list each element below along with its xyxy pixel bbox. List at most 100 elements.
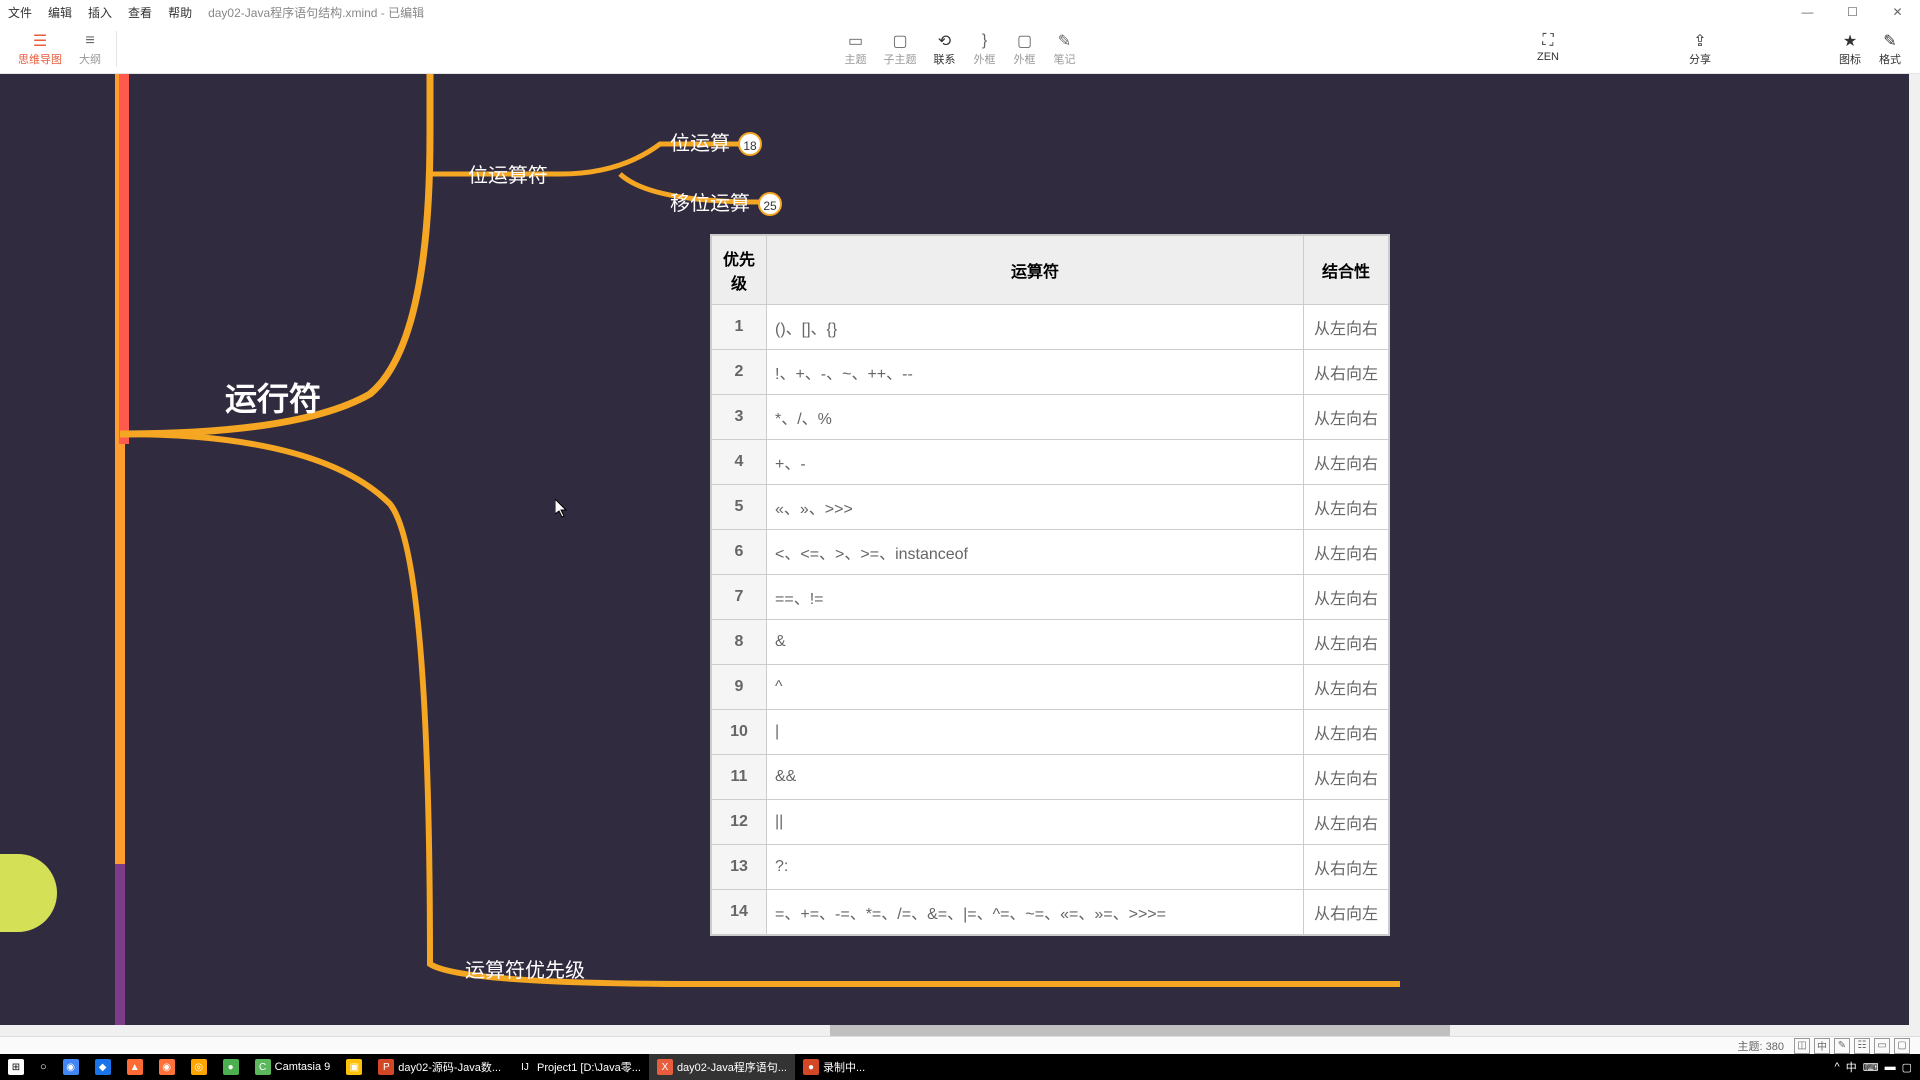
topic-count: 主题: 380 bbox=[1738, 1038, 1784, 1054]
table-row[interactable]: 5«、»、>>>从左向右 bbox=[712, 485, 1389, 530]
cell-assoc: 从左向右 bbox=[1304, 710, 1389, 755]
table-row[interactable]: 8&从左向右 bbox=[712, 620, 1389, 665]
cell-priority: 5 bbox=[712, 485, 767, 530]
status-icon[interactable]: ▢ bbox=[1894, 1038, 1910, 1054]
btn-subtopic[interactable]: ▢子主题 bbox=[884, 31, 917, 67]
tray-icon[interactable]: ⌨ bbox=[1863, 1061, 1879, 1074]
btn-format[interactable]: ✎格式 bbox=[1878, 31, 1902, 67]
vertical-scrollbar[interactable] bbox=[1909, 74, 1920, 1036]
titlebar: 文件 编辑 插入 查看 帮助 day02-Java程序语句结构.xmind - … bbox=[0, 0, 1920, 24]
tray-battery-icon[interactable]: ▬ bbox=[1885, 1061, 1896, 1073]
mindmap-canvas[interactable]: 运行符 位运算符 位运算18 移位运算25 运算符优先级 优先级 运算符 结合性… bbox=[0, 74, 1909, 1036]
table-row[interactable]: 3*、/、%从左向右 bbox=[712, 395, 1389, 440]
table-row[interactable]: 1()、[]、{}从左向右 bbox=[712, 305, 1389, 350]
menu-help[interactable]: 帮助 bbox=[160, 4, 200, 21]
btn-icon[interactable]: ★图标 bbox=[1838, 31, 1862, 67]
table-row[interactable]: 14=、+=、-=、*=、/=、&=、|=、^=、~=、«=、»=、>>>=从右… bbox=[712, 890, 1389, 935]
btn-zen[interactable]: ⛶ZEN bbox=[1536, 31, 1560, 67]
task-ppt[interactable]: Pday02-源码-Java数... bbox=[370, 1054, 509, 1080]
task-icon-app[interactable]: ● bbox=[215, 1054, 247, 1080]
cell-ops: & bbox=[767, 620, 1304, 665]
cell-priority: 2 bbox=[712, 350, 767, 395]
horizontal-scrollbar[interactable] bbox=[0, 1025, 1909, 1036]
node-shift-op[interactable]: 移位运算25 bbox=[670, 187, 782, 216]
table-row[interactable]: 7==、!=从左向右 bbox=[712, 575, 1389, 620]
cell-ops: | bbox=[767, 710, 1304, 755]
task-icon-app[interactable]: ▲ bbox=[119, 1054, 151, 1080]
status-icon[interactable]: ☷ bbox=[1854, 1038, 1870, 1054]
cell-priority: 1 bbox=[712, 305, 767, 350]
cell-priority: 10 bbox=[712, 710, 767, 755]
view-mindmap[interactable]: ☰思维导图 bbox=[18, 31, 62, 67]
cell-ops: && bbox=[767, 755, 1304, 800]
tray-notification-icon[interactable]: ▢ bbox=[1902, 1061, 1912, 1074]
btn-topic[interactable]: ▭主题 bbox=[844, 31, 868, 67]
cell-ops: «、»、>>> bbox=[767, 485, 1304, 530]
minimize-icon[interactable]: — bbox=[1785, 0, 1830, 24]
cell-assoc: 从左向右 bbox=[1304, 620, 1389, 665]
btn-note[interactable]: ✎笔记 bbox=[1053, 31, 1077, 67]
task-icon-firefox[interactable]: ◉ bbox=[151, 1054, 183, 1080]
search-button[interactable]: ○ bbox=[32, 1054, 55, 1080]
cell-priority: 13 bbox=[712, 845, 767, 890]
cell-assoc: 从左向右 bbox=[1304, 665, 1389, 710]
btn-summary[interactable]: }外框 bbox=[973, 31, 997, 67]
cell-priority: 14 bbox=[712, 890, 767, 935]
cell-ops: +、- bbox=[767, 440, 1304, 485]
status-icon[interactable]: 中 bbox=[1814, 1038, 1830, 1054]
scrollbar-thumb[interactable] bbox=[830, 1025, 1450, 1036]
table-row[interactable]: 9^从左向右 bbox=[712, 665, 1389, 710]
tray-ime[interactable]: 中 bbox=[1846, 1059, 1857, 1075]
table-row[interactable]: 10|从左向右 bbox=[712, 710, 1389, 755]
cell-assoc: 从左向右 bbox=[1304, 575, 1389, 620]
btn-share[interactable]: ⇪分享 bbox=[1688, 31, 1712, 67]
system-tray[interactable]: ^ 中 ⌨ ▬ ▢ bbox=[1835, 1059, 1920, 1075]
cell-assoc: 从左向右 bbox=[1304, 395, 1389, 440]
cell-assoc: 从右向左 bbox=[1304, 845, 1389, 890]
cell-ops: ?: bbox=[767, 845, 1304, 890]
th-priority: 优先级 bbox=[712, 236, 767, 305]
task-explorer[interactable]: ▣ bbox=[338, 1054, 370, 1080]
menu-view[interactable]: 查看 bbox=[120, 4, 160, 21]
table-row[interactable]: 4+、-从左向右 bbox=[712, 440, 1389, 485]
start-button[interactable]: ⊞ bbox=[0, 1054, 32, 1080]
cell-ops: *、/、% bbox=[767, 395, 1304, 440]
table-row[interactable]: 12||从左向右 bbox=[712, 800, 1389, 845]
task-camtasia[interactable]: CCamtasia 9 bbox=[247, 1054, 339, 1080]
table-row[interactable]: 13?:从右向左 bbox=[712, 845, 1389, 890]
priority-table[interactable]: 优先级 运算符 结合性 1()、[]、{}从左向右2!、+、-、~、++、--从… bbox=[710, 234, 1390, 936]
table-row[interactable]: 11&&从左向右 bbox=[712, 755, 1389, 800]
node-bit-op[interactable]: 位运算18 bbox=[670, 127, 762, 156]
cell-ops: ^ bbox=[767, 665, 1304, 710]
menu-file[interactable]: 文件 bbox=[0, 4, 40, 21]
btn-relation[interactable]: ⟲联系 bbox=[933, 31, 957, 67]
status-icon[interactable]: ◫ bbox=[1794, 1038, 1810, 1054]
node-operators[interactable]: 运行符 bbox=[225, 374, 321, 420]
maximize-icon[interactable]: ☐ bbox=[1830, 0, 1875, 24]
view-outline[interactable]: ≡大纲 bbox=[78, 31, 102, 67]
menu-edit[interactable]: 编辑 bbox=[40, 4, 80, 21]
task-icon-app[interactable]: ◆ bbox=[87, 1054, 119, 1080]
node-bit-operator[interactable]: 位运算符 bbox=[468, 159, 548, 188]
tray-icon[interactable]: ^ bbox=[1835, 1061, 1840, 1073]
task-icon-app[interactable]: ◎ bbox=[183, 1054, 215, 1080]
table-row[interactable]: 2!、+、-、~、++、--从右向左 bbox=[712, 350, 1389, 395]
cell-priority: 7 bbox=[712, 575, 767, 620]
cell-ops: || bbox=[767, 800, 1304, 845]
task-recording[interactable]: ●录制中... bbox=[795, 1054, 873, 1080]
table-row[interactable]: 6<、<=、>、>=、instanceof从左向右 bbox=[712, 530, 1389, 575]
status-icon[interactable]: ✎ bbox=[1834, 1038, 1850, 1054]
task-icon-chrome[interactable]: ◉ bbox=[55, 1054, 87, 1080]
node-priority[interactable]: 运算符优先级 bbox=[465, 954, 585, 983]
root-node[interactable] bbox=[0, 854, 57, 932]
cell-assoc: 从左向右 bbox=[1304, 755, 1389, 800]
cell-assoc: 从右向左 bbox=[1304, 350, 1389, 395]
menu-insert[interactable]: 插入 bbox=[80, 4, 120, 21]
cell-assoc: 从左向右 bbox=[1304, 530, 1389, 575]
btn-boundary[interactable]: ▢外框 bbox=[1013, 31, 1037, 67]
task-xmind[interactable]: Xday02-Java程序语句... bbox=[649, 1054, 795, 1080]
cell-priority: 4 bbox=[712, 440, 767, 485]
status-icon[interactable]: ▭ bbox=[1874, 1038, 1890, 1054]
task-idea[interactable]: IJProject1 [D:\Java零... bbox=[509, 1054, 649, 1080]
close-icon[interactable]: ✕ bbox=[1875, 0, 1920, 24]
